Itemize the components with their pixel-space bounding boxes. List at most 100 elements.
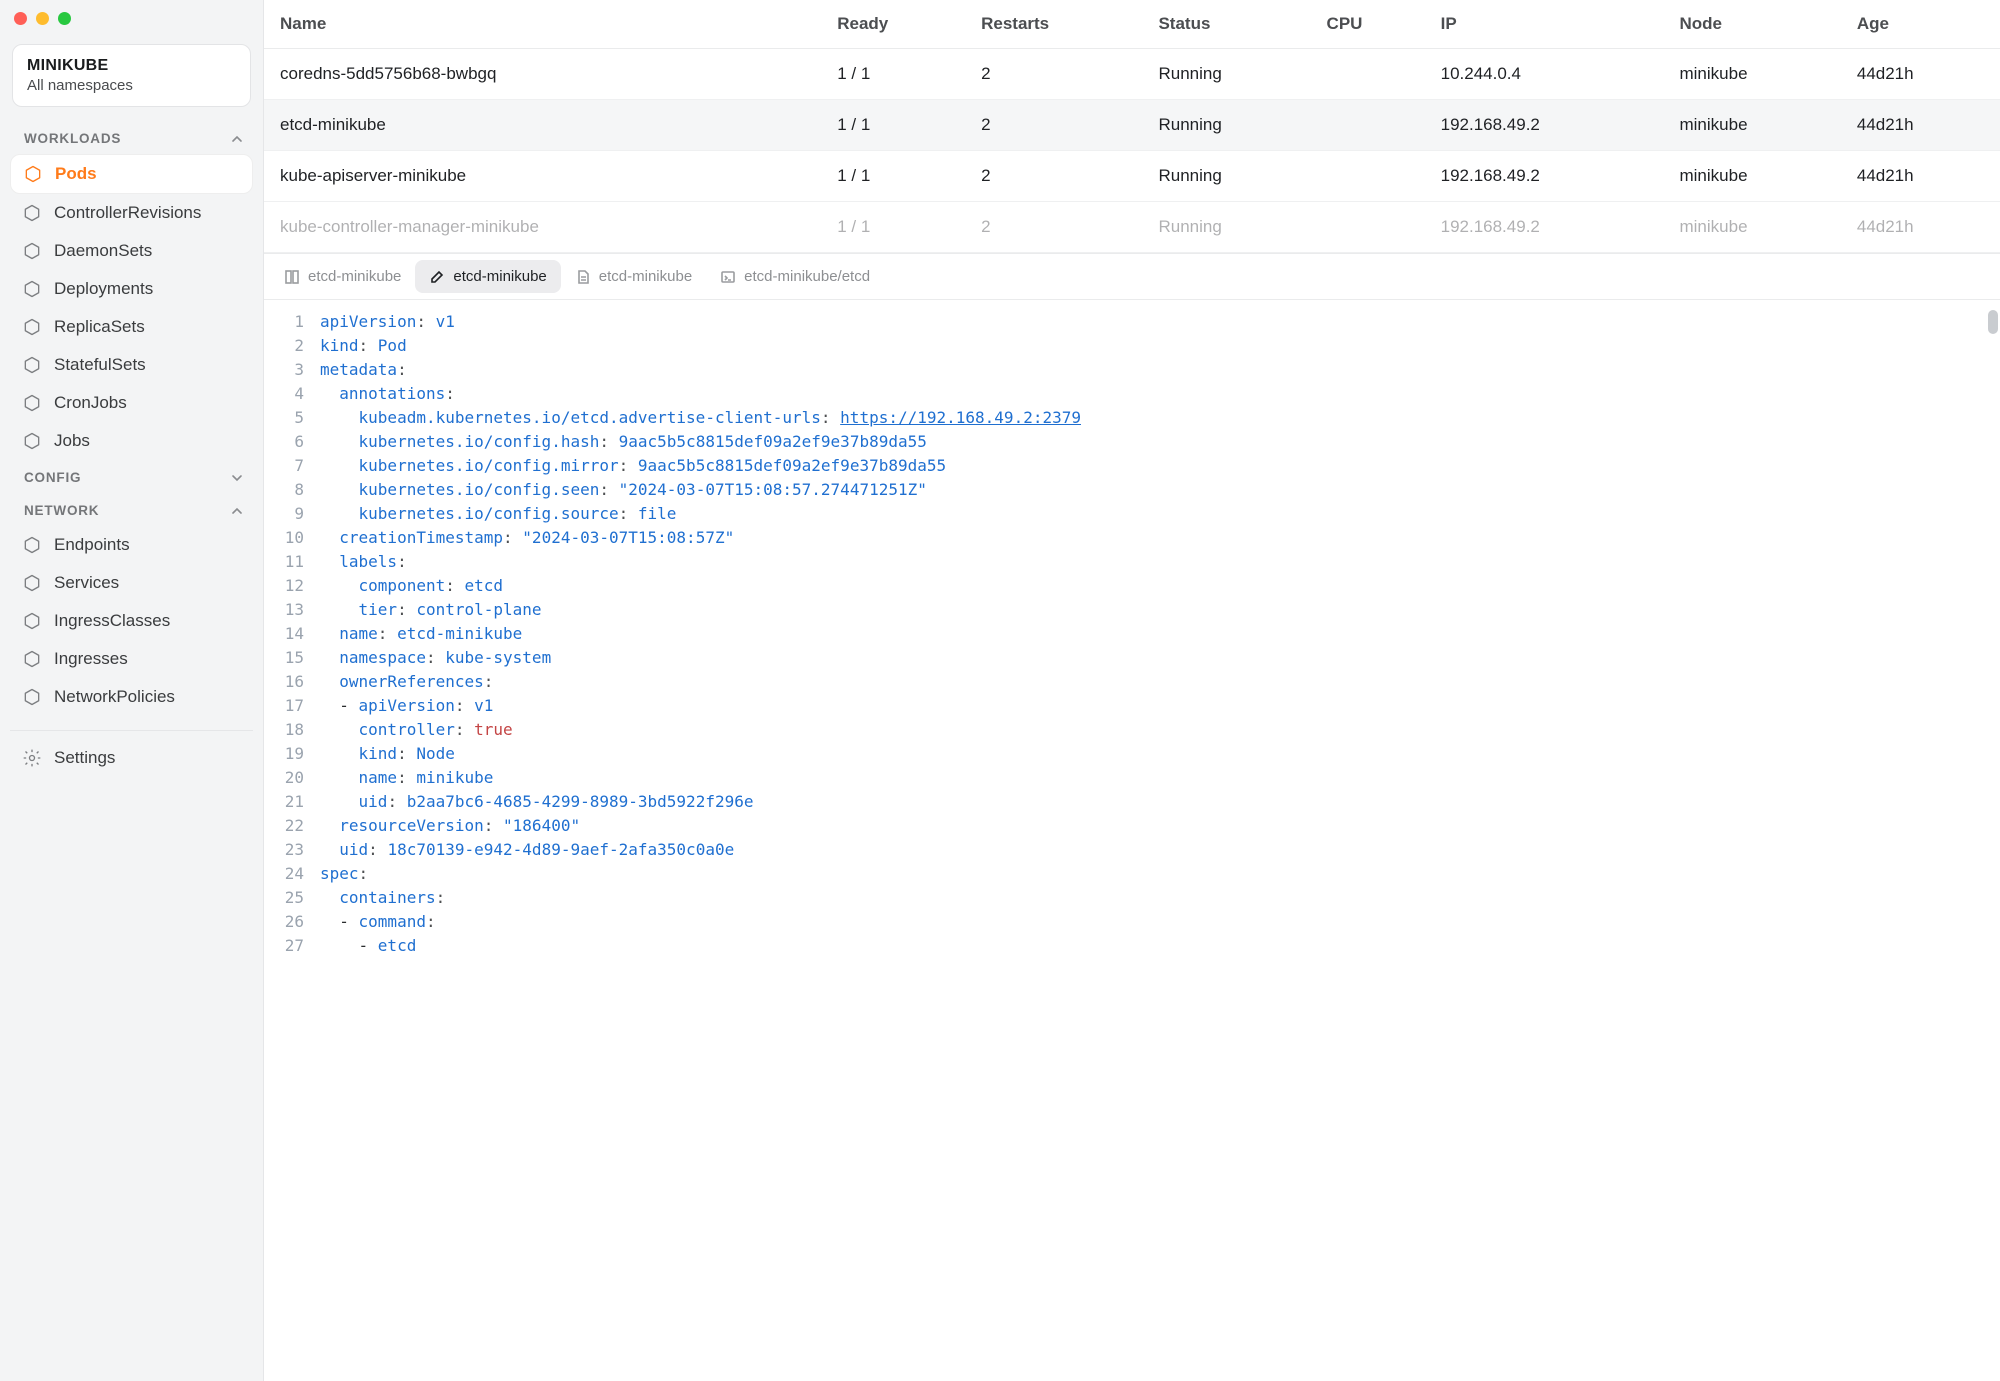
cell-node: minikube	[1667, 151, 1844, 202]
chevron-up-icon	[231, 133, 243, 145]
context-subtitle: All namespaces	[27, 77, 236, 94]
yaml-editor[interactable]: 1234567891011121314151617181920212223242…	[264, 300, 2000, 1381]
section-network-header[interactable]: NETWORK	[10, 493, 253, 526]
hexagon-icon	[22, 393, 42, 413]
sidebar-item-label: NetworkPolicies	[54, 687, 175, 707]
cell-ip: 192.168.49.2	[1429, 100, 1668, 151]
table-row[interactable]: kube-controller-manager-minikube1 / 12Ru…	[264, 202, 2000, 253]
chevron-down-icon	[231, 472, 243, 484]
sidebar-item-label: Pods	[55, 164, 97, 184]
sidebar-item-label: Ingresses	[54, 649, 128, 669]
chevron-up-icon	[231, 505, 243, 517]
hexagon-icon	[22, 649, 42, 669]
col-node[interactable]: Node	[1667, 0, 1844, 49]
cell-status: Running	[1146, 49, 1314, 100]
context-card[interactable]: MINIKUBE All namespaces	[12, 44, 251, 107]
cell-restarts: 2	[969, 49, 1146, 100]
cell-node: minikube	[1667, 100, 1844, 151]
close-window-icon[interactable]	[14, 12, 27, 25]
cell-status: Running	[1146, 100, 1314, 151]
col-ip[interactable]: IP	[1429, 0, 1668, 49]
hexagon-icon	[22, 317, 42, 337]
hexagon-icon	[22, 431, 42, 451]
cell-name: coredns-5dd5756b68-bwbgq	[264, 49, 825, 100]
hexagon-icon	[22, 611, 42, 631]
sidebar-item-networkpolicies[interactable]: NetworkPolicies	[10, 678, 253, 716]
minimize-window-icon[interactable]	[36, 12, 49, 25]
pods-table-pane: NameReadyRestartsStatusCPUIPNodeAge core…	[264, 0, 2000, 254]
section-label: NETWORK	[24, 503, 99, 518]
section-workloads-header[interactable]: WORKLOADS	[10, 121, 253, 154]
sidebar-nav: WORKLOADS Pods ControllerRevisions DaemonS…	[0, 121, 263, 1381]
tab-label: etcd-minikube	[599, 268, 692, 285]
cell-name: kube-apiserver-minikube	[264, 151, 825, 202]
terminal-icon	[720, 269, 736, 285]
sidebar-item-controllerrevisions[interactable]: ControllerRevisions	[10, 194, 253, 232]
col-restarts[interactable]: Restarts	[969, 0, 1146, 49]
cell-ready: 1 / 1	[825, 202, 969, 253]
sidebar-item-cronjobs[interactable]: CronJobs	[10, 384, 253, 422]
cell-cpu	[1315, 151, 1429, 202]
hexagon-icon	[22, 687, 42, 707]
col-cpu[interactable]: CPU	[1315, 0, 1429, 49]
col-name[interactable]: Name	[264, 0, 825, 49]
sidebar-item-statefulsets[interactable]: StatefulSets	[10, 346, 253, 384]
sidebar-item-label: Services	[54, 573, 119, 593]
pods-table: NameReadyRestartsStatusCPUIPNodeAge core…	[264, 0, 2000, 253]
col-ready[interactable]: Ready	[825, 0, 969, 49]
sidebar-item-label: Deployments	[54, 279, 153, 299]
sidebar-item-ingressclasses[interactable]: IngressClasses	[10, 602, 253, 640]
scrollbar-thumb[interactable]	[1988, 310, 1998, 334]
hexagon-icon	[22, 535, 42, 555]
sidebar-item-label: DaemonSets	[54, 241, 152, 261]
cell-ip: 10.244.0.4	[1429, 49, 1668, 100]
table-row[interactable]: coredns-5dd5756b68-bwbgq1 / 12Running10.…	[264, 49, 2000, 100]
columns-icon	[284, 269, 300, 285]
sidebar-item-label: Jobs	[54, 431, 90, 451]
hexagon-icon	[22, 203, 42, 223]
section-label: CONFIG	[24, 470, 81, 485]
detail-tab[interactable]: etcd-minikube	[415, 260, 560, 293]
sidebar-item-deployments[interactable]: Deployments	[10, 270, 253, 308]
cell-age: 44d21h	[1845, 100, 2000, 151]
detail-tab[interactable]: etcd-minikube	[270, 260, 415, 293]
cell-status: Running	[1146, 151, 1314, 202]
sidebar-item-label: IngressClasses	[54, 611, 170, 631]
cell-restarts: 2	[969, 100, 1146, 151]
cell-ip: 192.168.49.2	[1429, 202, 1668, 253]
cell-ready: 1 / 1	[825, 100, 969, 151]
gear-icon	[22, 748, 42, 768]
sidebar-item-label: ControllerRevisions	[54, 203, 201, 223]
sidebar-item-jobs[interactable]: Jobs	[10, 422, 253, 460]
sidebar-item-pods[interactable]: Pods	[10, 154, 253, 194]
window-traffic-lights	[0, 0, 263, 36]
detail-tab[interactable]: etcd-minikube	[561, 260, 706, 293]
detail-tab[interactable]: etcd-minikube/etcd	[706, 260, 884, 293]
sidebar-item-replicasets[interactable]: ReplicaSets	[10, 308, 253, 346]
table-row[interactable]: kube-apiserver-minikube1 / 12Running192.…	[264, 151, 2000, 202]
hexagon-icon	[23, 164, 43, 184]
sidebar-item-endpoints[interactable]: Endpoints	[10, 526, 253, 564]
sidebar-item-services[interactable]: Services	[10, 564, 253, 602]
sidebar-item-label: Settings	[54, 748, 115, 768]
zoom-window-icon[interactable]	[58, 12, 71, 25]
editor-code[interactable]: apiVersion: v1kind: Podmetadata: annotat…	[320, 300, 1081, 1381]
sidebar-item-settings[interactable]: Settings	[10, 739, 253, 777]
col-status[interactable]: Status	[1146, 0, 1314, 49]
sidebar-item-label: Endpoints	[54, 535, 130, 555]
tab-label: etcd-minikube/etcd	[744, 268, 870, 285]
col-age[interactable]: Age	[1845, 0, 2000, 49]
sidebar-item-label: ReplicaSets	[54, 317, 145, 337]
hexagon-icon	[22, 573, 42, 593]
tab-label: etcd-minikube	[308, 268, 401, 285]
section-config-header[interactable]: CONFIG	[10, 460, 253, 493]
sidebar-item-daemonsets[interactable]: DaemonSets	[10, 232, 253, 270]
cell-cpu	[1315, 202, 1429, 253]
cell-name: etcd-minikube	[264, 100, 825, 151]
cell-age: 44d21h	[1845, 151, 2000, 202]
context-title: MINIKUBE	[27, 57, 236, 75]
cell-age: 44d21h	[1845, 49, 2000, 100]
table-row[interactable]: etcd-minikube1 / 12Running 192.168.49.2mi…	[264, 100, 2000, 151]
cell-name: kube-controller-manager-minikube	[264, 202, 825, 253]
sidebar-item-ingresses[interactable]: Ingresses	[10, 640, 253, 678]
